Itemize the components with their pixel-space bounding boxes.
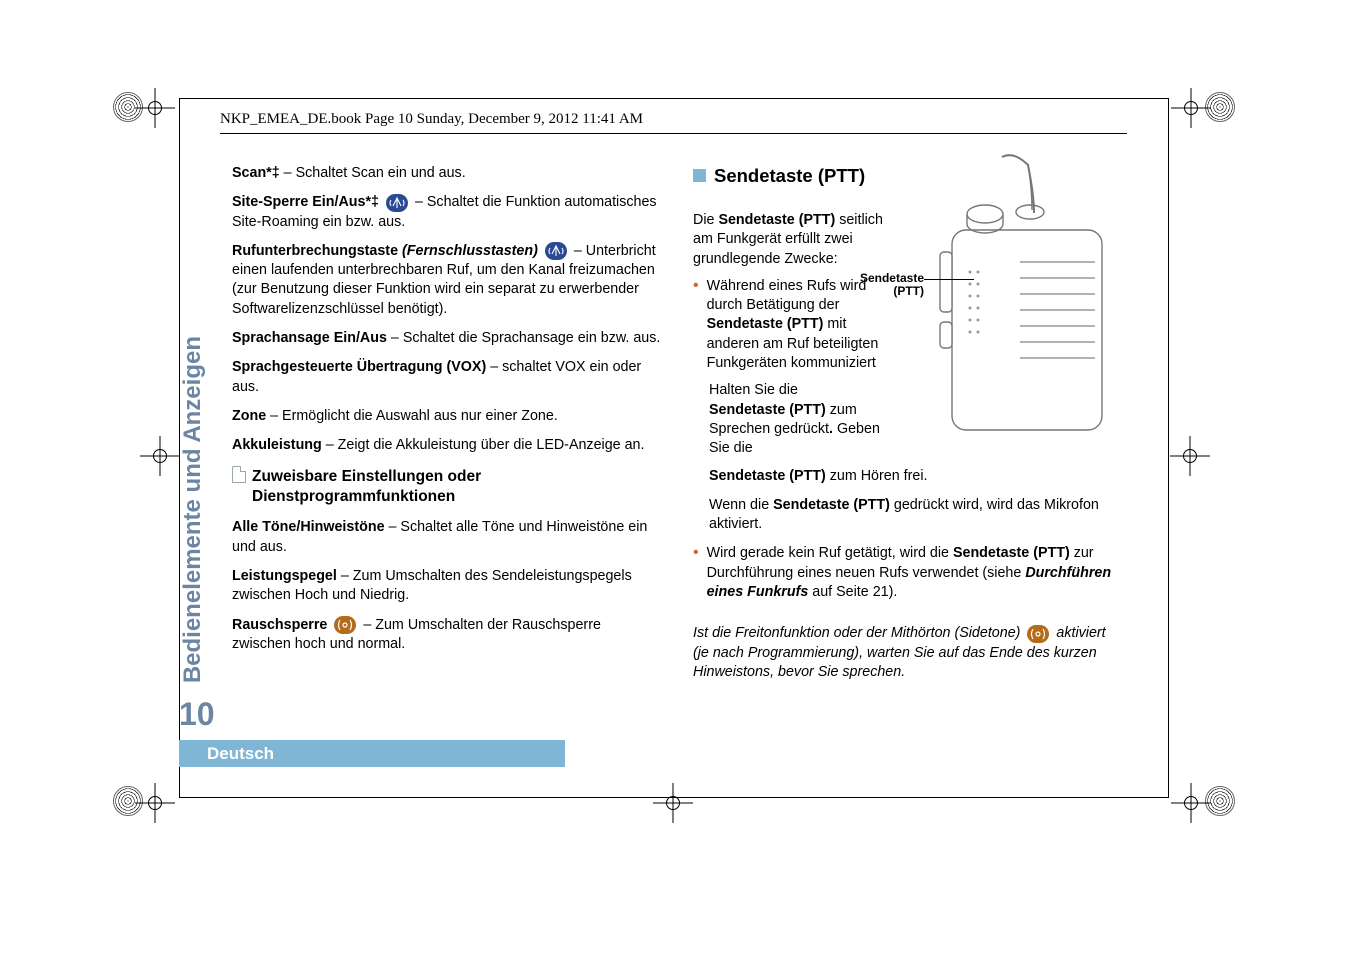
language-bar: Deutsch <box>179 740 565 767</box>
signal-icon <box>334 616 356 634</box>
item-call-interrupt: Rufunterbrechungstaste (Fernschlusstaste… <box>232 242 661 319</box>
right-column: Sendetaste (PTT) <box>693 164 1122 692</box>
ptt-callout-label: Sendetaste(PTT) <box>860 272 924 298</box>
item-akku: Akkuleistung – Zeigt die Akkuleistung üb… <box>232 436 661 455</box>
crosshair-icon <box>1170 436 1210 476</box>
side-tab-title: Bedienelemente und Anzeigen <box>179 336 207 683</box>
document-icon <box>232 466 246 483</box>
bullet-1: • Während eines Rufs wird durch Betätigu… <box>693 277 883 373</box>
sidetone-note: Ist die Freitonfunktion oder der Mithört… <box>693 624 1122 682</box>
header-rule <box>220 133 1127 134</box>
item-power: Leistungspegel – Zum Umschalten des Send… <box>232 567 661 606</box>
page-header: NKP_EMEA_DE.book Page 10 Sunday, Decembe… <box>220 111 643 128</box>
content-area: Scan*‡ – Schaltet Scan ein und aus. Site… <box>232 164 1122 692</box>
crosshair-icon <box>1171 88 1211 128</box>
item-zone: Zone – Ermöglicht die Auswahl aus nur ei… <box>232 407 661 426</box>
page-number: 10 <box>179 696 215 733</box>
crosshair-icon <box>135 88 175 128</box>
item-squelch: Rauschsperre – Zum Umschalten der Rausch… <box>232 616 661 655</box>
item-vox: Sprachgesteuerte Übertragung (VOX) – sch… <box>232 358 661 397</box>
square-bullet-icon <box>693 169 706 182</box>
crosshair-icon <box>140 436 180 476</box>
item-voice-announce: Sprachansage Ein/Aus – Schaltet die Spra… <box>232 329 661 348</box>
bullet-icon: • <box>693 544 699 602</box>
item-sitelock: Site-Sperre Ein/Aus*‡ – Schaltet die Fun… <box>232 193 661 232</box>
item-tones: Alle Töne/Hinweistöne – Schaltet alle Tö… <box>232 518 661 557</box>
section-heading-settings: Zuweisbare Einstellungen oder Dienstprog… <box>232 466 661 509</box>
language-label: Deutsch <box>207 744 274 764</box>
bullet-2: • Wird gerade kein Ruf getätigt, wird di… <box>693 544 1122 602</box>
hold-instruction: Halten Sie die Sendetaste (PTT) zum Spre… <box>709 381 883 458</box>
mic-activate: Wenn die Sendetaste (PTT) gedrückt wird,… <box>709 496 1122 535</box>
ptt-intro: Die Sendetaste (PTT) seitlich am Funkger… <box>693 211 883 269</box>
left-column: Scan*‡ – Schaltet Scan ein und aus. Site… <box>232 164 661 692</box>
ptt-callout-line <box>924 279 974 280</box>
bullet-icon: • <box>693 277 699 373</box>
crosshair-icon <box>1171 783 1211 823</box>
signal-icon <box>1027 625 1049 643</box>
item-scan: Scan*‡ – Schaltet Scan ein und aus. <box>232 164 661 183</box>
crosshair-icon <box>135 783 175 823</box>
antenna-icon <box>386 194 408 212</box>
antenna-icon <box>545 242 567 260</box>
release-instruction: Sendetaste (PTT) zum Hören frei. <box>709 467 1122 486</box>
